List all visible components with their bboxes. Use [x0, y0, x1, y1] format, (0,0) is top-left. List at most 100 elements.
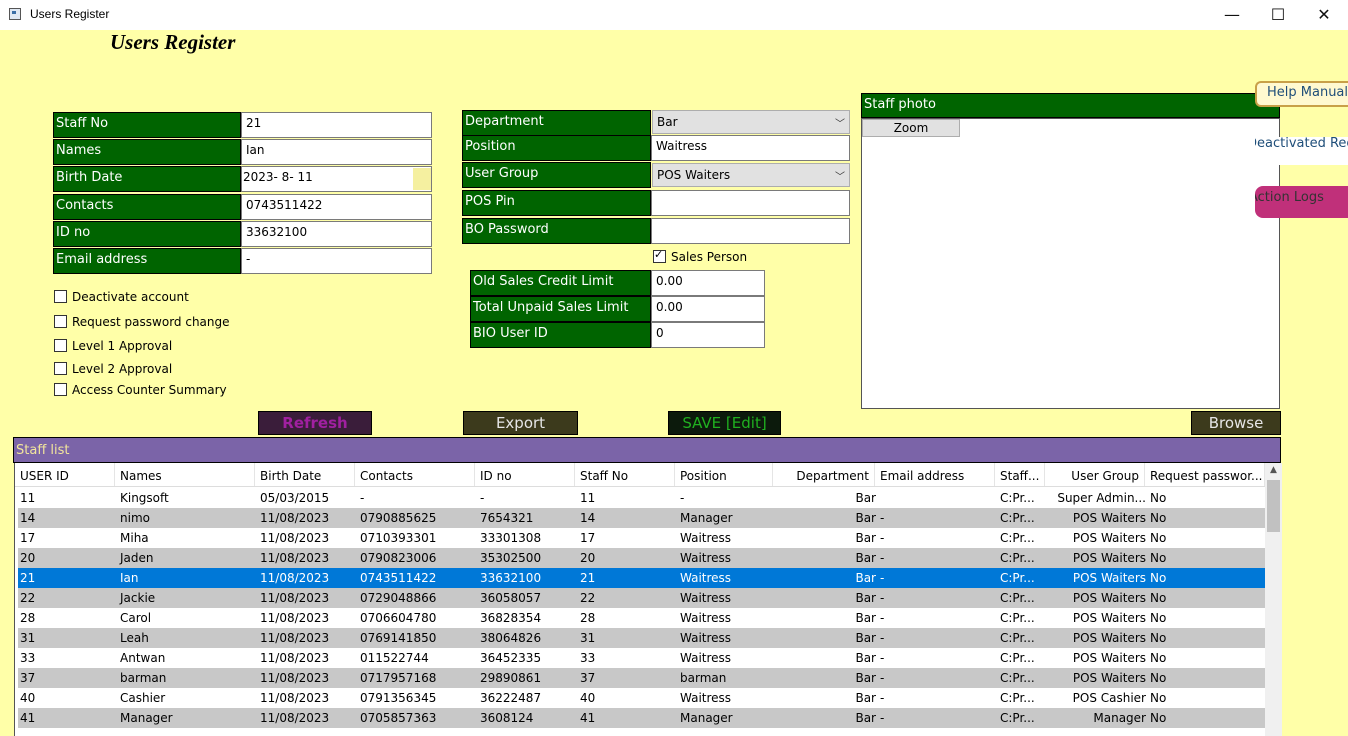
deactivated-records-button[interactable]: Deactivated Records: [1255, 137, 1348, 165]
table-cell: C:Pr...: [1000, 711, 1035, 725]
staff-list-header: Staff list: [13, 437, 1281, 463]
table-cell: 11/08/2023: [260, 511, 330, 525]
column-header[interactable]: Staff...: [995, 463, 1045, 486]
level-1-approval-checkbox[interactable]: Level 1 Approval: [54, 339, 172, 353]
email-input[interactable]: -: [241, 248, 432, 274]
table-row[interactable]: 40 Cashier 11/08/2023 0791356345 36222487 40 W…: [18, 688, 1265, 708]
table-cell: 33632100: [480, 571, 542, 585]
table-cell: 29890861: [480, 671, 542, 685]
table-cell: nimo: [120, 511, 150, 525]
refresh-button[interactable]: Refresh: [258, 411, 372, 435]
birth-date-picker[interactable]: 2023- 8- 11: [241, 166, 432, 192]
table-cell: POS Waiters: [1072, 611, 1146, 625]
table-cell: 28: [20, 611, 36, 625]
column-header[interactable]: USER ID: [15, 463, 115, 486]
browse-button[interactable]: Browse: [1191, 411, 1281, 435]
table-cell: -: [880, 671, 885, 685]
zoom-button[interactable]: Zoom: [862, 119, 960, 137]
checkbox-icon: [54, 362, 67, 375]
column-header[interactable]: Email address: [875, 463, 995, 486]
table-cell: 11/08/2023: [260, 631, 330, 645]
column-header[interactable]: User Group: [1045, 463, 1145, 486]
table-cell: Waitress: [680, 571, 732, 585]
vertical-scrollbar[interactable]: ▲: [1265, 463, 1282, 736]
column-header[interactable]: Department: [773, 463, 875, 486]
table-row[interactable]: 37 barman 11/08/2023 0717957168 29890861 37 ba…: [18, 668, 1265, 688]
column-header[interactable]: Contacts: [355, 463, 475, 486]
table-row[interactable]: 31 Leah 11/08/2023 0769141850 38064826 31 Wait…: [18, 628, 1265, 648]
table-row[interactable]: 14 nimo 11/08/2023 0790885625 7654321 14 Manag…: [18, 508, 1265, 528]
position-input[interactable]: Waitress: [651, 135, 850, 161]
table-cell: Waitress: [680, 591, 732, 605]
staff-list-table[interactable]: USER ID Names Birth Date Contacts ID no Staff…: [14, 463, 1282, 736]
table-cell: 11/08/2023: [260, 671, 330, 685]
request-password-change-checkbox[interactable]: Request password change: [54, 315, 230, 329]
column-header[interactable]: Request passwor...: [1145, 463, 1265, 486]
table-cell: Bar: [855, 531, 876, 545]
user-group-label: User Group: [462, 162, 651, 188]
table-cell: 40: [20, 691, 36, 705]
table-cell: Waitress: [680, 611, 732, 625]
old-sales-credit-limit-input[interactable]: 0.00: [651, 270, 765, 296]
table-cell: 37: [580, 671, 596, 685]
table-cell: 11/08/2023: [260, 551, 330, 565]
id-no-input[interactable]: 33632100: [241, 221, 432, 247]
table-row[interactable]: 21 Ian 11/08/2023 0743511422 33632100 21 Waitr…: [18, 568, 1265, 588]
table-cell: C:Pr...: [1000, 631, 1035, 645]
staff-no-input[interactable]: 21: [241, 112, 432, 138]
table-cell: -: [880, 551, 885, 565]
names-input[interactable]: Ian: [241, 139, 432, 165]
scroll-up-icon[interactable]: ▲: [1265, 465, 1282, 475]
total-unpaid-sales-limit-input[interactable]: 0.00: [651, 296, 765, 322]
bio-user-id-input[interactable]: 0: [651, 322, 765, 348]
table-cell: 38064826: [480, 631, 542, 645]
table-cell: 36222487: [480, 691, 542, 705]
names-label: Names: [53, 139, 241, 165]
save-button[interactable]: SAVE [Edit]: [668, 411, 781, 435]
table-cell: Kingsoft: [120, 491, 169, 505]
column-header[interactable]: Position: [675, 463, 773, 486]
table-cell: 36058057: [480, 591, 542, 605]
table-row[interactable]: 33 Antwan 11/08/2023 011522744 36452335 33 Wai…: [18, 648, 1265, 668]
access-counter-summary-checkbox[interactable]: Access Counter Summary: [54, 383, 227, 397]
table-cell: Waitress: [680, 691, 732, 705]
table-row[interactable]: 11 Kingsoft 05/03/2015 - - 11 - Bar C:Pr... Super…: [18, 488, 1265, 508]
pos-pin-input[interactable]: [651, 190, 850, 216]
calendar-dropdown-icon[interactable]: [413, 168, 431, 190]
action-logs-button[interactable]: Action Logs: [1255, 186, 1348, 218]
help-manual-button[interactable]: Help Manual: [1255, 81, 1348, 107]
column-header[interactable]: Names: [115, 463, 255, 486]
maximize-button[interactable]: ☐: [1255, 0, 1301, 30]
export-button[interactable]: Export: [463, 411, 578, 435]
column-header[interactable]: Birth Date: [255, 463, 355, 486]
minimize-button[interactable]: —: [1209, 0, 1255, 30]
table-row[interactable]: 22 Jackie 11/08/2023 0729048866 36058057 22 Wa…: [18, 588, 1265, 608]
user-group-select[interactable]: POS Waiters ﹀: [652, 163, 850, 187]
table-row[interactable]: 17 Miha 11/08/2023 0710393301 33301308 17 Wait…: [18, 528, 1265, 548]
table-row[interactable]: 41 Manager 11/08/2023 0705857363 3608124 41 Ma…: [18, 708, 1265, 728]
column-header[interactable]: Staff No: [575, 463, 675, 486]
bo-password-input[interactable]: [651, 218, 850, 244]
table-cell: Antwan: [120, 651, 166, 665]
table-cell: 40: [580, 691, 596, 705]
table-cell: 17: [20, 531, 36, 545]
department-select[interactable]: Bar ﹀: [652, 110, 850, 134]
table-cell: POS Waiters: [1072, 591, 1146, 605]
table-cell: 0791356345: [360, 691, 437, 705]
deactivate-account-checkbox[interactable]: Deactivate account: [54, 290, 189, 304]
table-cell: POS Cashier: [1072, 691, 1146, 705]
level-2-approval-checkbox[interactable]: Level 2 Approval: [54, 362, 172, 376]
contacts-input[interactable]: 0743511422: [241, 194, 432, 220]
table-cell: Bar: [855, 631, 876, 645]
table-row[interactable]: 20 Jaden 11/08/2023 0790823006 35302500 20 Wai…: [18, 548, 1265, 568]
table-cell: C:Pr...: [1000, 591, 1035, 605]
close-button[interactable]: ✕: [1301, 0, 1347, 30]
column-header[interactable]: ID no: [475, 463, 575, 486]
table-row[interactable]: 28 Carol 11/08/2023 0706604780 36828354 28 Wai…: [18, 608, 1265, 628]
sales-person-checkbox[interactable]: Sales Person: [653, 248, 747, 264]
table-cell: No: [1150, 711, 1167, 725]
table-header: USER ID Names Birth Date Contacts ID no Staff…: [15, 463, 1265, 487]
staff-photo-area: [861, 118, 1280, 409]
table-cell: No: [1150, 511, 1167, 525]
scroll-thumb[interactable]: [1267, 480, 1280, 532]
